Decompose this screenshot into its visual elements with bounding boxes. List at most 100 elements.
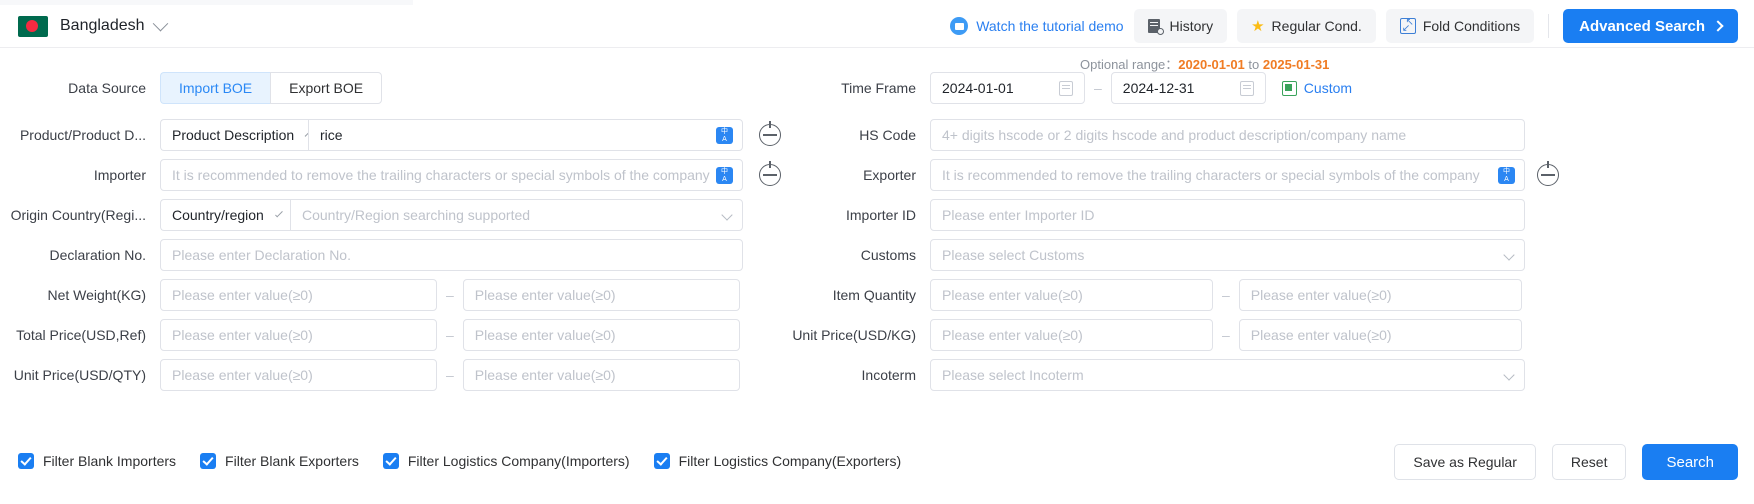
- time-frame-start-value: 2024-01-01: [942, 80, 1014, 96]
- translate-icon[interactable]: 中A: [716, 167, 733, 184]
- history-button[interactable]: History: [1134, 9, 1228, 43]
- range-separator: –: [446, 327, 454, 343]
- net-weight-max-input[interactable]: Please enter value(≥0): [463, 279, 740, 311]
- reset-button[interactable]: Reset: [1552, 444, 1627, 480]
- time-frame-end-input[interactable]: 2024-12-31: [1111, 72, 1266, 104]
- unit-price-qty-min-input[interactable]: Please enter value(≥0): [160, 359, 437, 391]
- checkbox-filter-logistics-importers[interactable]: Filter Logistics Company(Importers): [383, 453, 630, 469]
- importer-id-input[interactable]: Please enter Importer ID: [930, 199, 1525, 231]
- item-quantity-max-placeholder: Please enter value(≥0): [1251, 287, 1392, 303]
- checkbox-checked-icon[interactable]: [383, 453, 399, 469]
- incoterm-label: Incoterm: [770, 367, 930, 383]
- range-separator: –: [446, 287, 454, 303]
- unit-price-kg-label: Unit Price(USD/KG): [770, 327, 930, 343]
- translate-icon[interactable]: 中A: [716, 127, 733, 144]
- checkbox-label: Filter Blank Exporters: [225, 453, 359, 469]
- checkbox-checked-icon[interactable]: [654, 453, 670, 469]
- tab-export-boe[interactable]: Export BOE: [270, 72, 382, 104]
- fold-conditions-label: Fold Conditions: [1423, 18, 1520, 34]
- field-row-data-source: Data Source Import BOE Export BOE: [0, 72, 382, 104]
- incoterm-select[interactable]: Please select Incoterm: [930, 359, 1525, 391]
- checkbox-filter-blank-exporters[interactable]: Filter Blank Exporters: [200, 453, 359, 469]
- header-actions: Watch the tutorial demo History ★ Regula…: [950, 9, 1754, 43]
- hs-code-placeholder: 4+ digits hscode or 2 digits hscode and …: [942, 127, 1406, 143]
- item-quantity-label: Item Quantity: [770, 287, 930, 303]
- data-source-segmented[interactable]: Import BOE Export BOE: [160, 72, 382, 104]
- unit-price-kg-max-input[interactable]: Please enter value(≥0): [1239, 319, 1522, 351]
- unit-price-qty-min-placeholder: Please enter value(≥0): [172, 367, 313, 383]
- net-weight-max-placeholder: Please enter value(≥0): [475, 287, 616, 303]
- custom-range-button[interactable]: Custom: [1282, 80, 1352, 96]
- chevron-down-icon[interactable]: [152, 15, 168, 31]
- chevron-down-icon: [1503, 369, 1514, 380]
- unit-price-qty-max-placeholder: Please enter value(≥0): [475, 367, 616, 383]
- time-frame-start-input[interactable]: 2024-01-01: [930, 72, 1085, 104]
- total-price-label: Total Price(USD,Ref): [0, 327, 160, 343]
- custom-range-label: Custom: [1304, 80, 1352, 96]
- total-price-min-input[interactable]: Please enter value(≥0): [160, 319, 437, 351]
- product-type-value: Product Description: [172, 127, 294, 143]
- field-row-exporter: Exporter It is recommended to remove the…: [770, 159, 1559, 191]
- origin-country-type-value: Country/region: [172, 207, 264, 223]
- advanced-trade-search-page: Bangladesh Watch the tutorial demo Histo…: [0, 0, 1754, 504]
- importer-placeholder: It is recommended to remove the trailing…: [172, 167, 710, 183]
- total-price-max-input[interactable]: Please enter value(≥0): [463, 319, 740, 351]
- net-weight-min-placeholder: Please enter value(≥0): [172, 287, 313, 303]
- checkbox-checked-icon[interactable]: [200, 453, 216, 469]
- checkbox-checked-icon[interactable]: [18, 453, 34, 469]
- advanced-search-button[interactable]: Advanced Search: [1563, 9, 1738, 43]
- fold-conditions-button[interactable]: Fold Conditions: [1386, 9, 1534, 43]
- chevron-right-icon: [1712, 20, 1723, 31]
- field-row-time-frame: Time Frame 2024-01-01 – 2024-12-31 Custo…: [770, 72, 1352, 104]
- unit-price-kg-min-input[interactable]: Please enter value(≥0): [930, 319, 1213, 351]
- importer-label: Importer: [0, 167, 160, 183]
- item-quantity-min-input[interactable]: Please enter value(≥0): [930, 279, 1213, 311]
- checkbox-filter-blank-importers[interactable]: Filter Blank Importers: [18, 453, 176, 469]
- total-price-min-placeholder: Please enter value(≥0): [172, 327, 313, 343]
- bangladesh-flag-icon: [18, 16, 48, 37]
- watch-tutorial-link[interactable]: Watch the tutorial demo: [950, 17, 1123, 35]
- country-selector[interactable]: Bangladesh: [18, 16, 166, 37]
- hs-code-input[interactable]: 4+ digits hscode or 2 digits hscode and …: [930, 119, 1525, 151]
- header-divider: [1548, 14, 1549, 38]
- optional-range: Optional range：2020-01-01 to 2025-01-31: [1080, 54, 1329, 73]
- regular-cond-button[interactable]: ★ Regular Cond.: [1237, 9, 1376, 43]
- optional-range-end: 2025-01-31: [1263, 57, 1330, 72]
- search-button[interactable]: Search: [1642, 444, 1738, 480]
- origin-country-label: Origin Country(Regi...: [0, 207, 160, 223]
- importer-id-placeholder: Please enter Importer ID: [942, 207, 1095, 223]
- product-type-select[interactable]: Product Description: [160, 119, 308, 151]
- declaration-no-input[interactable]: Please enter Declaration No.: [160, 239, 743, 271]
- data-source-label: Data Source: [0, 80, 160, 96]
- video-camera-icon: [950, 17, 968, 35]
- origin-country-input[interactable]: Country/Region searching supported: [290, 199, 743, 231]
- product-search-input[interactable]: rice 中A: [308, 119, 743, 151]
- unit-price-qty-max-input[interactable]: Please enter value(≥0): [463, 359, 740, 391]
- page-header: Bangladesh Watch the tutorial demo Histo…: [0, 5, 1754, 48]
- net-weight-min-input[interactable]: Please enter value(≥0): [160, 279, 437, 311]
- save-as-regular-button[interactable]: Save as Regular: [1394, 444, 1536, 480]
- product-label: Product/Product D...: [0, 127, 160, 143]
- country-name: Bangladesh: [60, 17, 145, 35]
- history-label: History: [1170, 18, 1214, 34]
- translate-icon[interactable]: 中A: [1498, 167, 1515, 184]
- declaration-no-label: Declaration No.: [0, 247, 160, 263]
- customs-select[interactable]: Please select Customs: [930, 239, 1525, 271]
- product-search-value: rice: [320, 127, 343, 143]
- tab-import-boe[interactable]: Import BOE: [160, 72, 270, 104]
- optional-range-label: Optional range：: [1080, 57, 1178, 72]
- regular-cond-label: Regular Cond.: [1272, 18, 1362, 34]
- unit-price-kg-max-placeholder: Please enter value(≥0): [1251, 327, 1392, 343]
- importer-input[interactable]: It is recommended to remove the trailing…: [160, 159, 743, 191]
- customs-label: Customs: [770, 247, 930, 263]
- field-row-customs: Customs Please select Customs: [770, 239, 1525, 271]
- origin-country-type-select[interactable]: Country/region: [160, 199, 290, 231]
- exporter-input[interactable]: It is recommended to remove the trailing…: [930, 159, 1525, 191]
- exclude-keyword-icon[interactable]: [1537, 164, 1559, 186]
- calendar-icon[interactable]: [1240, 81, 1254, 96]
- calendar-icon[interactable]: [1059, 81, 1073, 96]
- checkbox-filter-logistics-exporters[interactable]: Filter Logistics Company(Exporters): [654, 453, 902, 469]
- origin-country-placeholder: Country/Region searching supported: [302, 207, 530, 223]
- item-quantity-max-input[interactable]: Please enter value(≥0): [1239, 279, 1522, 311]
- range-separator: –: [1094, 80, 1102, 96]
